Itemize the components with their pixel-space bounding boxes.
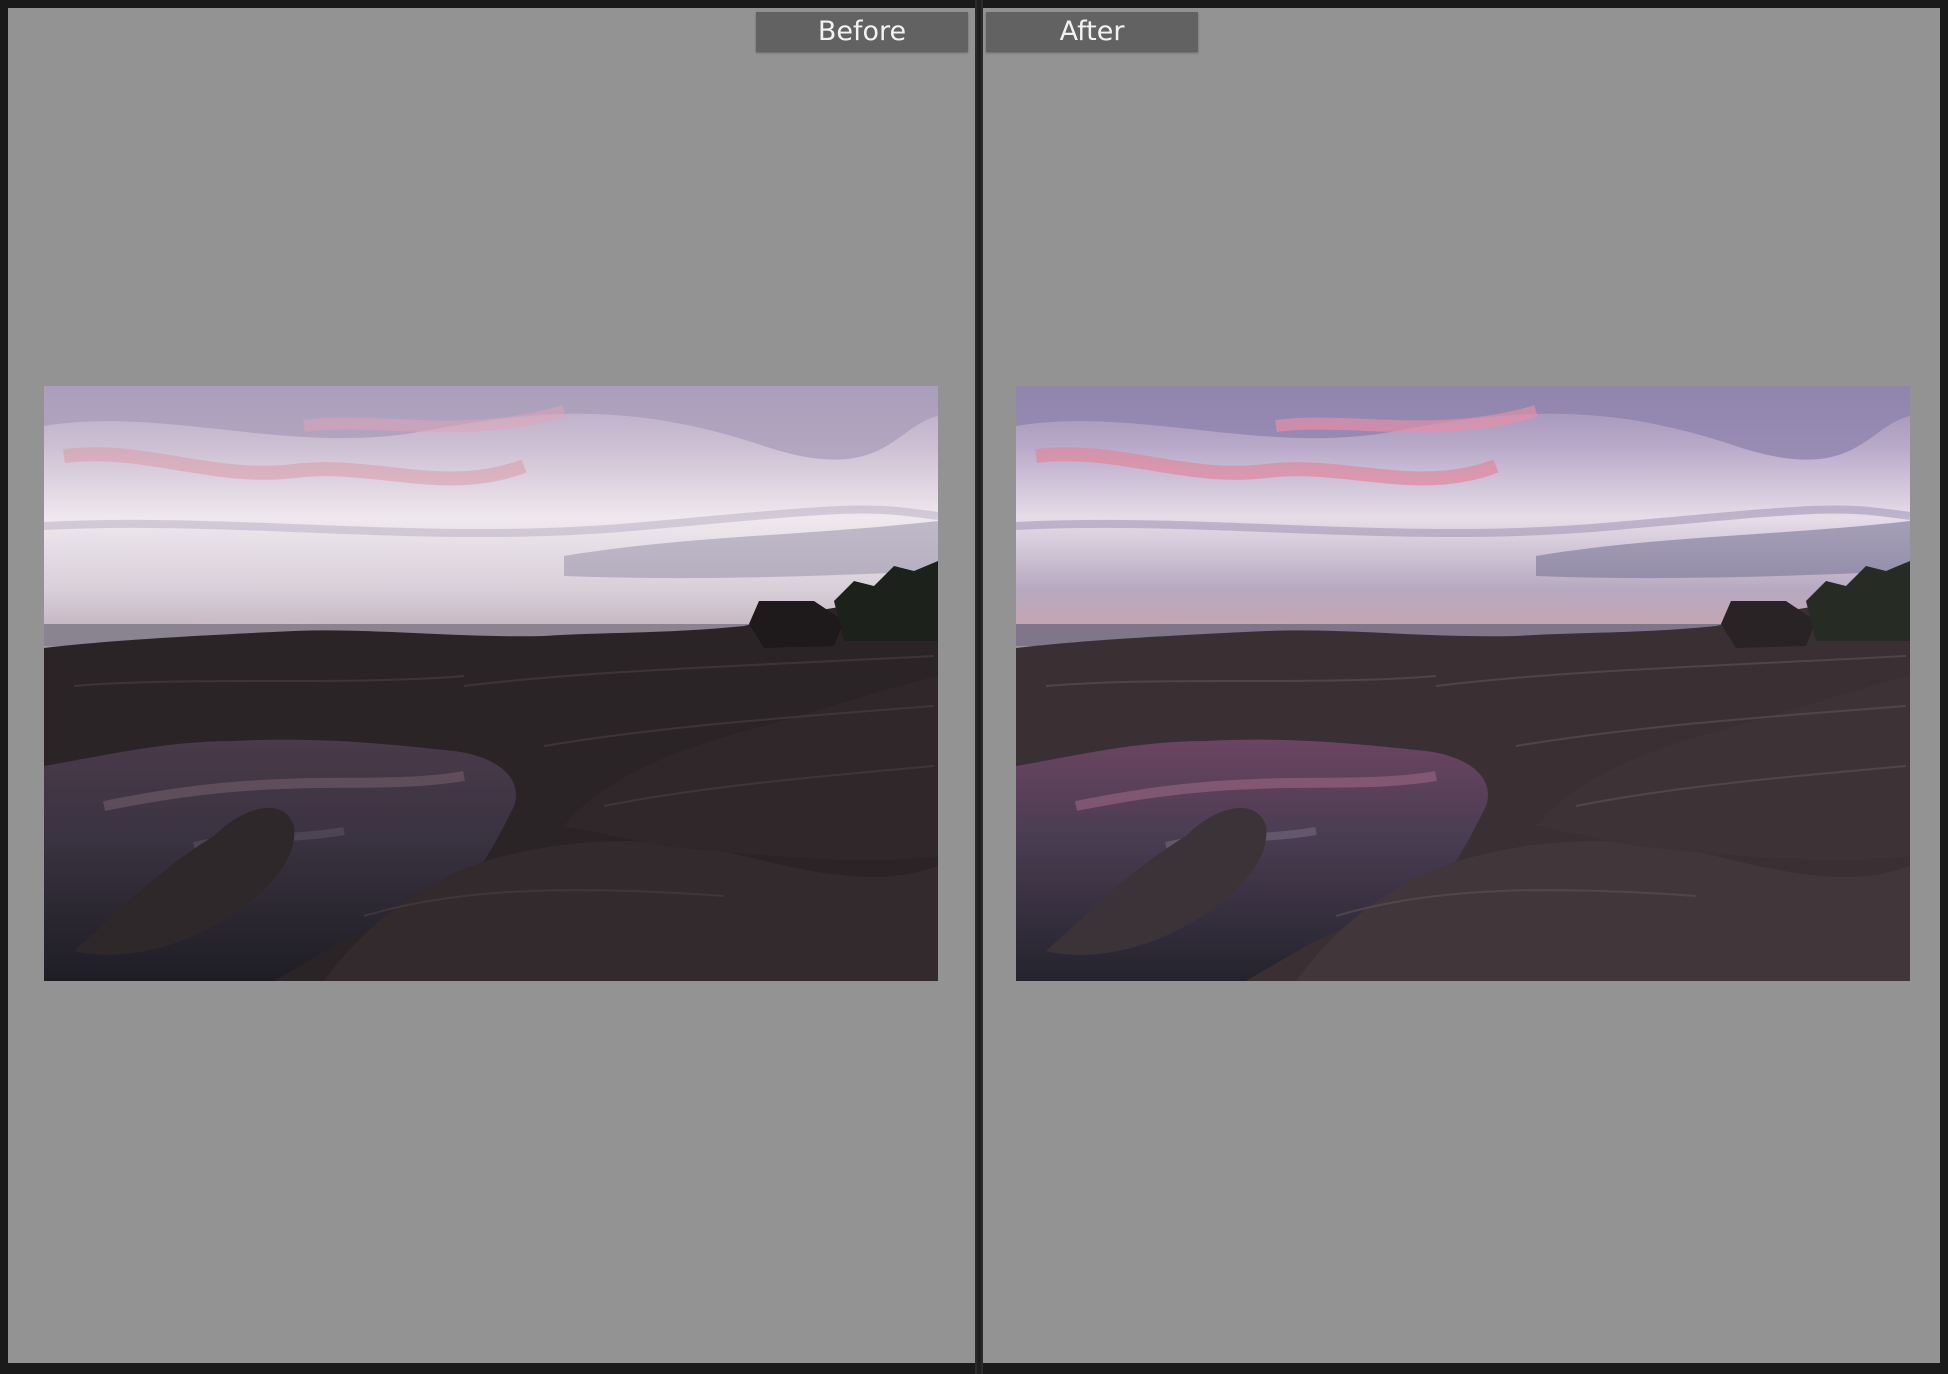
before-label: Before bbox=[756, 12, 968, 52]
before-after-compare-view: Before After bbox=[0, 0, 1948, 1374]
after-pane[interactable]: After bbox=[983, 8, 1940, 1363]
before-photo[interactable] bbox=[44, 386, 938, 981]
pane-divider[interactable] bbox=[975, 0, 983, 1374]
before-pane[interactable]: Before bbox=[8, 8, 975, 1363]
after-label: After bbox=[986, 12, 1198, 52]
after-photo[interactable] bbox=[1016, 386, 1910, 981]
